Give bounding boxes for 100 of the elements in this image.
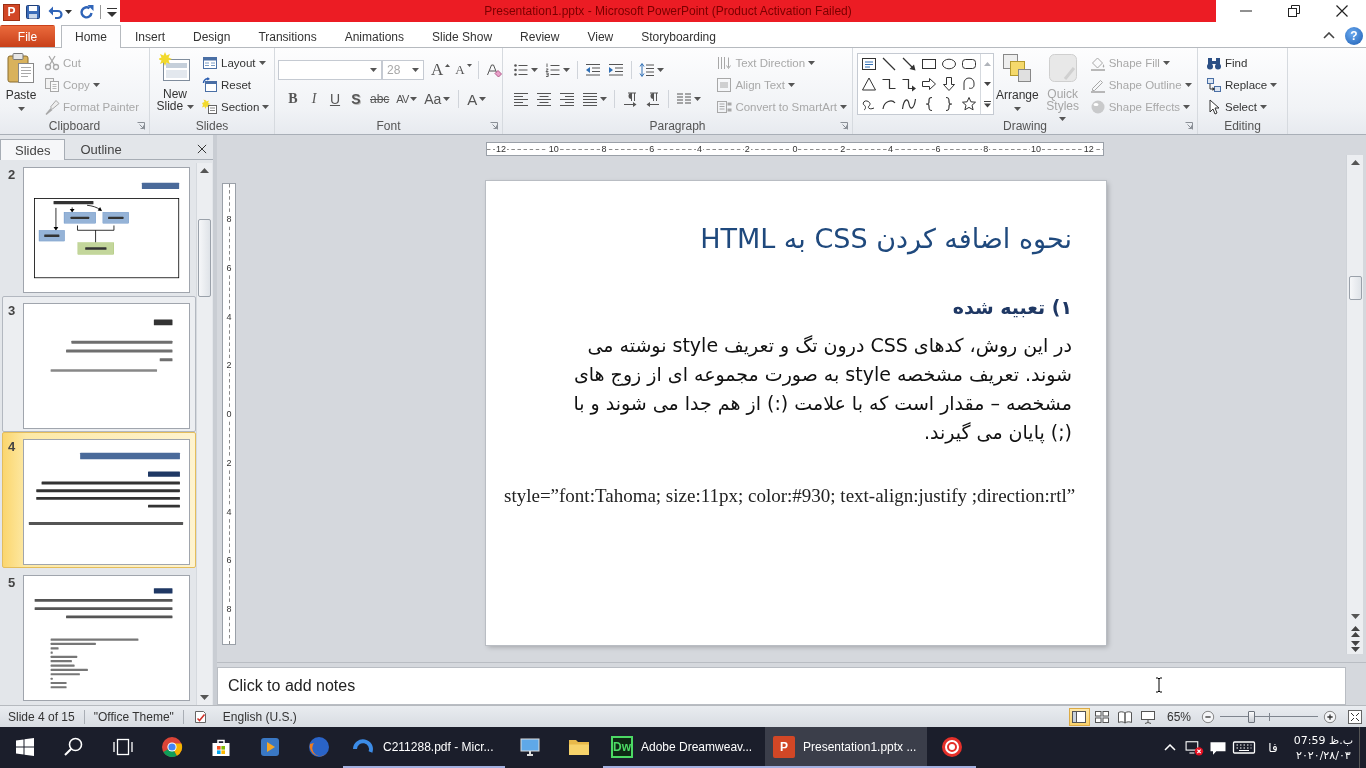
text-shadow-button[interactable]: S [347,88,365,110]
taskbar-app-button[interactable]: C211288.pdf - Micr... [343,727,505,768]
increase-indent-icon [608,62,624,78]
triangle-icon[interactable] [861,76,877,92]
dialog-launcher-icon[interactable] [137,122,145,130]
bold-button[interactable]: B [284,88,302,110]
underline-button[interactable]: U [326,88,344,110]
ruler-number: 6 [934,144,942,154]
rectangle-icon[interactable] [921,56,937,72]
scrollbar[interactable] [196,163,212,705]
caret-icon [563,68,570,72]
spelling-check-icon[interactable] [192,708,209,725]
replace-button[interactable]: Replace [1204,74,1280,96]
new-slide-button[interactable]: New Slide [153,50,197,118]
ribbon-tab[interactable]: Transitions [244,25,331,47]
scrollbar[interactable] [1346,155,1363,654]
panel-tab[interactable]: Outline [65,139,137,159]
ruler-number: 2 [743,144,751,154]
ribbon-tab[interactable]: Insert [121,25,180,47]
ruler-number: 6 [225,262,233,273]
curve-icon[interactable] [901,96,917,112]
select-button[interactable]: Select [1204,96,1280,118]
ruler-number: 8 [225,604,233,614]
zoom-slider-thumb[interactable] [1248,710,1256,723]
clock[interactable]: 07:59 ب.ظ ۲۰۲۰/۲۸/۰۳ [1287,727,1359,768]
redo-button[interactable] [77,2,97,22]
next-slide-icon[interactable] [1350,641,1360,652]
elbow-connector-icon[interactable] [881,76,897,92]
zoom-level[interactable]: 65% [1166,709,1191,724]
up-arrow-icon[interactable] [1350,160,1360,165]
ribbon-tab[interactable]: Storyboarding [627,25,730,47]
slide-list-item[interactable]: 4 [2,432,196,568]
ruler-number: 10 [547,144,560,154]
zoom-in-button[interactable] [1323,709,1337,724]
group-label: Drawing [1003,119,1047,133]
star-icon[interactable] [961,96,977,112]
slide-list-item[interactable]: 3 [2,296,196,432]
language-indicator[interactable]: English (U.S.) [222,709,297,724]
italic-button[interactable]: I [305,88,323,110]
quick-styles-icon [1046,52,1079,84]
layout-button[interactable]: Layout [200,52,272,74]
section-button[interactable]: Section [200,96,272,118]
dialog-launcher-icon[interactable] [840,122,848,130]
zoom-out-button[interactable] [1201,709,1215,724]
close-panel-button[interactable] [196,142,208,155]
find-button[interactable]: Find [1204,52,1280,74]
diagonal-arrow-icon[interactable] [901,56,917,72]
change-case-button[interactable]: Aa [422,88,453,110]
rounded-rectangle-icon[interactable] [961,56,977,72]
down-arrow-icon[interactable] [200,695,209,700]
align-text-icon [716,77,733,93]
ribbon-tab[interactable]: Slide Show [418,25,507,47]
down-arrow-icon[interactable] [1350,614,1360,619]
app-logo[interactable]: P [3,3,20,21]
ribbon-tab[interactable]: Review [506,25,574,47]
ribbon-tab[interactable]: Animations [330,25,418,47]
dialog-launcher-icon[interactable] [490,122,498,130]
fit-to-window-button[interactable] [1347,708,1363,725]
previous-slide-icon[interactable] [1350,626,1360,637]
shrink-font-button[interactable]: A [453,59,474,81]
ribbon-tab[interactable]: Design [179,25,245,47]
input-language-button[interactable]: فا [1258,727,1288,768]
scrollbar-thumb[interactable] [1348,276,1362,300]
scrollbar-thumb[interactable] [198,219,211,297]
panel-tab[interactable]: Slides [0,139,66,160]
caret-icon [65,10,72,14]
arrange-button[interactable]: Arrange [994,50,1041,118]
character-spacing-button[interactable]: AV [394,88,420,110]
sphere-icon [1089,99,1106,115]
strikethrough-button[interactable]: abc [368,88,392,110]
scroll-up-icon [983,62,991,66]
ribbon-tab[interactable]: Home [61,25,121,48]
pencil-icon [1089,77,1106,93]
reset-button[interactable]: Reset [200,74,272,96]
slide-list-item[interactable]: 5 [2,568,196,704]
up-arrow-icon[interactable] [200,168,209,173]
elbow-arrow-icon[interactable] [901,76,917,92]
oval-icon[interactable] [941,56,957,72]
file-tab[interactable]: File [0,25,55,47]
down-arrow-icon[interactable] [941,76,957,92]
paste-button[interactable]: Paste [3,50,39,118]
notes-field[interactable]: Click to add notes [217,667,1346,705]
right-arrow-icon[interactable] [921,76,937,92]
save-button[interactable] [23,2,43,22]
dialog-launcher-icon[interactable] [1185,122,1193,130]
text-cursor-icon [1155,677,1163,693]
caret-icon [1184,83,1192,87]
line-icon[interactable] [881,56,897,72]
text-box-icon[interactable] [861,56,877,72]
font-name-field[interactable] [278,60,382,80]
slide-list-item[interactable]: 2 [2,160,196,296]
curved-shape-icon[interactable] [961,76,977,92]
grow-font-button[interactable]: A [429,59,453,81]
ribbon-tab[interactable]: View [573,25,628,47]
caret-icon [1183,105,1191,109]
slide-counter: Slide 4 of 15 [8,709,75,724]
caret-icon [788,83,796,87]
taskbar-app-button[interactable]: P Presentation1.pptx ... [765,727,927,768]
font-color-button[interactable]: A [465,88,489,110]
normal-view-button[interactable] [1068,707,1090,726]
